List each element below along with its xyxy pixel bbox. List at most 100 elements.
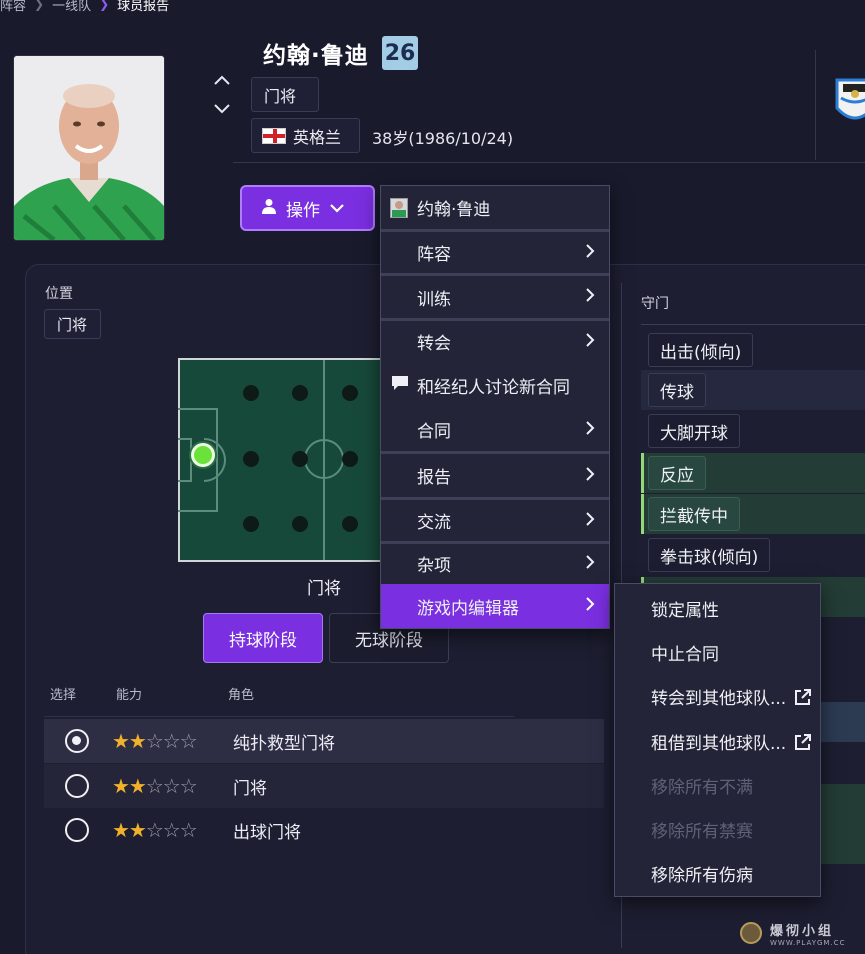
chat-icon [391,375,409,396]
menu-item-label: 合同 [417,422,451,442]
submenu-item-loan-to-club[interactable]: 租借到其他球队... [651,729,786,754]
role-row[interactable]: ★★☆☆☆ 纯扑救型门将 [44,719,604,763]
ability-stars: ★★☆☆☆ [112,729,198,753]
club-badge-icon[interactable] [835,70,865,130]
column-header-ability: 能力 [116,688,143,703]
actions-button[interactable]: 操作 [240,185,375,231]
attribute-label: 拳击球(倾向) [648,538,771,572]
chevron-right-icon: ❯ [99,0,110,11]
submenu-item-transfer-to-club[interactable]: 转会到其他球队... [651,684,786,709]
chevron-right-icon: ❯ [34,0,45,11]
watermark: 爆彻小组 WWW.PLAYGM.CC [740,912,865,954]
pitch-position-dot [292,451,308,467]
next-player-button[interactable] [208,97,236,121]
chevron-right-icon [586,466,595,486]
attribute-label: 反应 [648,456,706,490]
breadcrumb: 阵容 ❯ 一线队 ❯ 球员报告 [0,0,169,14]
breadcrumb-item-player-report: 球员报告 [117,0,170,14]
divider [44,716,514,717]
pitch-position-dot [243,385,259,401]
attribute-label: 大脚开球 [648,414,740,448]
menu-item-reports[interactable]: 报告 [381,454,609,497]
watermark-url: WWW.PLAYGM.CC [770,938,846,947]
chevron-right-icon [586,243,595,263]
chevron-right-icon [586,554,595,574]
attribute-row[interactable]: 传球 [641,370,865,410]
role-name: 门将 [233,778,267,799]
age-dob: 38岁(1986/10/24) [372,129,514,148]
nationality-chip[interactable]: 英格兰 [251,118,360,153]
breadcrumb-item-first-team[interactable]: 一线队 [52,0,91,14]
attribute-row[interactable]: 出击(倾向) [641,330,865,370]
pitch-position-dot [342,516,358,532]
goalkeeping-section-label: 守门 [641,296,669,312]
chevron-right-icon [586,596,595,616]
position-pitch [178,358,400,562]
menu-item-training[interactable]: 训练 [381,276,609,318]
pitch-position-dot [292,516,308,532]
ability-stars: ★★☆☆☆ [112,818,198,842]
role-radio[interactable] [65,774,89,798]
player-avatar-icon [390,198,408,218]
submenu-item-lock-attributes[interactable]: 锁定属性 [651,596,719,621]
menu-item-label: 约翰·鲁迪 [417,200,491,220]
menu-item-misc[interactable]: 杂项 [381,544,609,583]
divider [233,162,865,163]
tab-in-possession[interactable]: 持球阶段 [203,613,323,663]
player-photo [14,56,164,240]
ability-stars: ★★☆☆☆ [112,774,198,798]
breadcrumb-item-squad[interactable]: 阵容 [0,0,26,14]
menu-item-label: 转会 [417,334,451,354]
pitch-position-caption: 门将 [307,579,341,599]
role-row[interactable]: ★★☆☆☆ 出球门将 [44,808,604,852]
pitch-position-dot [342,451,358,467]
attribute-row[interactable]: 拳击球(倾向) [641,535,865,575]
submenu-item-remove-injuries[interactable]: 移除所有伤病 [651,861,753,886]
player-name: 约翰·鲁迪 [263,43,369,69]
in-game-editor-submenu: 锁定属性 中止合同 转会到其他球队... 租借到其他球队... 移除所有不满 移… [614,583,821,897]
player-position-chip: 门将 [251,77,319,112]
column-header-role: 角色 [228,688,255,703]
position-section-label: 位置 [45,286,73,302]
attribute-row[interactable]: 大脚开球 [641,411,865,451]
pitch-position-dot [243,451,259,467]
menu-item-label: 杂项 [417,556,451,576]
attribute-label: 拦截传中 [648,497,740,531]
submenu-item-terminate-contract[interactable]: 中止合同 [651,640,719,665]
menu-item-squad[interactable]: 阵容 [381,232,609,273]
menu-item-transfer[interactable]: 转会 [381,321,609,362]
submenu-item-remove-unhappiness: 移除所有不满 [651,778,753,798]
role-name: 出球门将 [233,822,301,843]
menu-item-label: 和经纪人讨论新合同 [417,377,570,398]
watermark-text: 爆彻小组 [770,923,835,939]
chevron-right-icon [586,511,595,531]
menu-item-player[interactable]: 约翰·鲁迪 [381,186,609,229]
chevron-right-icon [586,287,595,307]
submenu-item-remove-suspensions: 移除所有禁赛 [651,822,753,842]
position-tag: 门将 [44,309,101,339]
menu-item-label: 游戏内编辑器 [417,598,519,619]
menu-item-interaction[interactable]: 交流 [381,500,609,541]
role-name: 纯扑救型门将 [233,733,335,754]
role-radio[interactable] [65,818,89,842]
role-row[interactable]: ★★☆☆☆ 门将 [44,764,604,808]
attribute-row[interactable]: 反应 [641,453,865,493]
attribute-row[interactable]: 拦截传中 [641,494,865,534]
external-link-icon [794,688,812,710]
goalkeeper-position-marker [191,443,215,467]
pitch-position-dot [292,385,308,401]
menu-item-contract[interactable]: 合同 [381,408,609,451]
role-radio-selected[interactable] [65,729,89,753]
attribute-label: 传球 [648,373,706,407]
watermark-logo-icon [740,922,762,944]
chevron-right-icon [586,332,595,352]
external-link-icon [794,733,812,755]
shirt-number-badge: 26 [382,36,418,70]
menu-item-in-game-editor[interactable]: 游戏内编辑器 [381,584,609,628]
menu-item-label: 训练 [417,289,451,310]
menu-item-discuss-contract[interactable]: 和经纪人讨论新合同 [381,362,609,408]
pitch-position-dot [342,385,358,401]
actions-dropdown-menu: 约翰·鲁迪 阵容 训练 转会 和经纪人讨论新合同 合同 报告 交流 杂项 游戏内… [380,185,610,629]
previous-player-button[interactable] [208,68,236,92]
person-icon [262,198,276,219]
